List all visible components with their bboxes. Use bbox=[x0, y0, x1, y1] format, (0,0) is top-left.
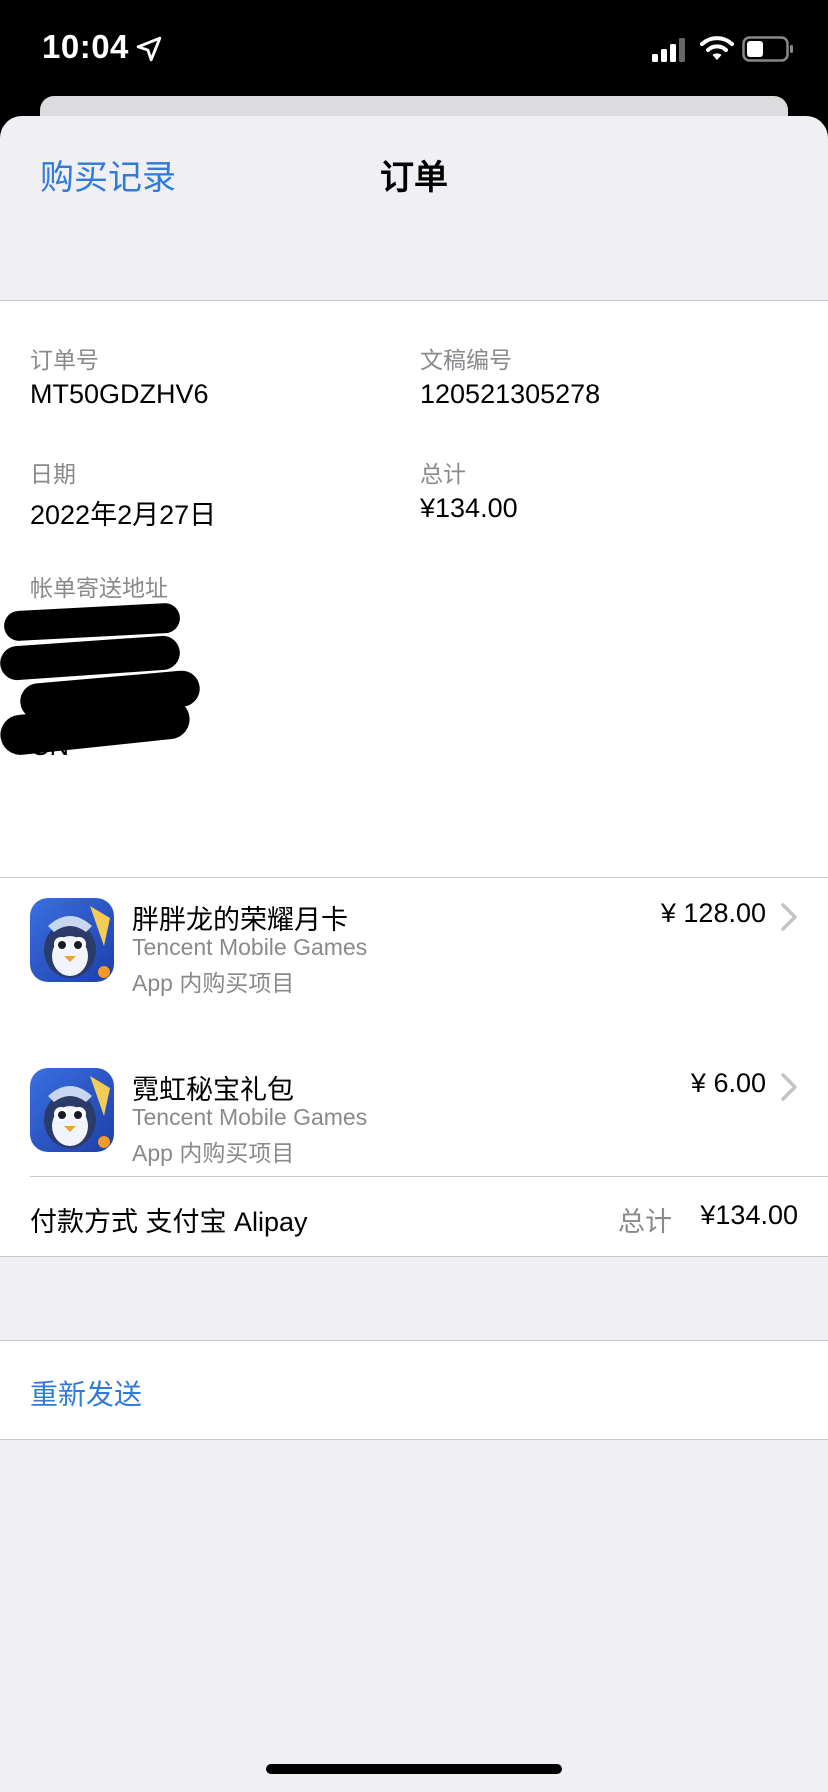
app-icon bbox=[30, 898, 114, 982]
payment-method: 付款方式 支付宝 Alipay bbox=[30, 1207, 308, 1237]
address-country: CN bbox=[30, 731, 69, 761]
battery-icon bbox=[742, 36, 793, 62]
payment-row: 付款方式 支付宝 Alipay 总计 ¥134.00 bbox=[0, 1178, 828, 1256]
chevron-right-icon bbox=[781, 903, 797, 931]
list-item[interactable]: 胖胖龙的荣耀月卡 Tencent Mobile Games App 内购买项目 … bbox=[0, 898, 828, 1038]
document-number-label: 文稿编号 bbox=[420, 347, 512, 373]
order-number-value: MT50GDZHV6 bbox=[30, 379, 209, 409]
billing-address-label: 帐单寄送地址 bbox=[30, 575, 168, 601]
page-title: 订单 bbox=[380, 159, 448, 197]
payment-total-value: ¥134.00 bbox=[700, 1200, 798, 1230]
total-value: ¥134.00 bbox=[420, 493, 518, 523]
order-info-panel: 订单号 MT50GDZHV6 文稿编号 120521305278 日期 2022… bbox=[0, 300, 828, 878]
resend-button[interactable]: 重新发送 bbox=[30, 1373, 142, 1413]
date-value: 2022年2月27日 bbox=[30, 500, 217, 530]
item-price: ¥ 6.00 bbox=[690, 1068, 766, 1098]
wifi-icon bbox=[700, 36, 734, 60]
total-label: 总计 bbox=[420, 461, 466, 487]
chevron-right-icon bbox=[781, 1073, 797, 1101]
status-time: 10:04 bbox=[42, 28, 129, 65]
location-arrow-icon bbox=[136, 36, 162, 62]
item-type: App 内购买项目 bbox=[132, 1140, 295, 1166]
item-developer: Tencent Mobile Games bbox=[132, 934, 368, 960]
resend-panel: 重新发送 bbox=[0, 1340, 828, 1440]
order-number-label: 订单号 bbox=[30, 347, 99, 373]
item-developer: Tencent Mobile Games bbox=[132, 1104, 368, 1130]
item-title: 霓虹秘宝礼包 bbox=[132, 1075, 294, 1105]
item-type: App 内购买项目 bbox=[132, 970, 295, 996]
document-number-value: 120521305278 bbox=[420, 379, 601, 409]
cellular-signal-icon bbox=[652, 38, 685, 62]
home-indicator[interactable] bbox=[266, 1764, 562, 1774]
date-label: 日期 bbox=[30, 461, 76, 487]
order-sheet: 购买记录 订单 订单号 MT50GDZHV6 文稿编号 120521305278… bbox=[0, 116, 828, 1792]
payment-total-label: 总计 bbox=[618, 1207, 672, 1237]
item-title: 胖胖龙的荣耀月卡 bbox=[132, 905, 348, 935]
app-icon bbox=[30, 1068, 114, 1152]
navigation-bar: 购买记录 订单 bbox=[0, 116, 828, 301]
status-bar: 10:04 bbox=[0, 0, 828, 96]
divider bbox=[30, 1176, 828, 1177]
item-price: ¥ 128.00 bbox=[660, 898, 766, 928]
